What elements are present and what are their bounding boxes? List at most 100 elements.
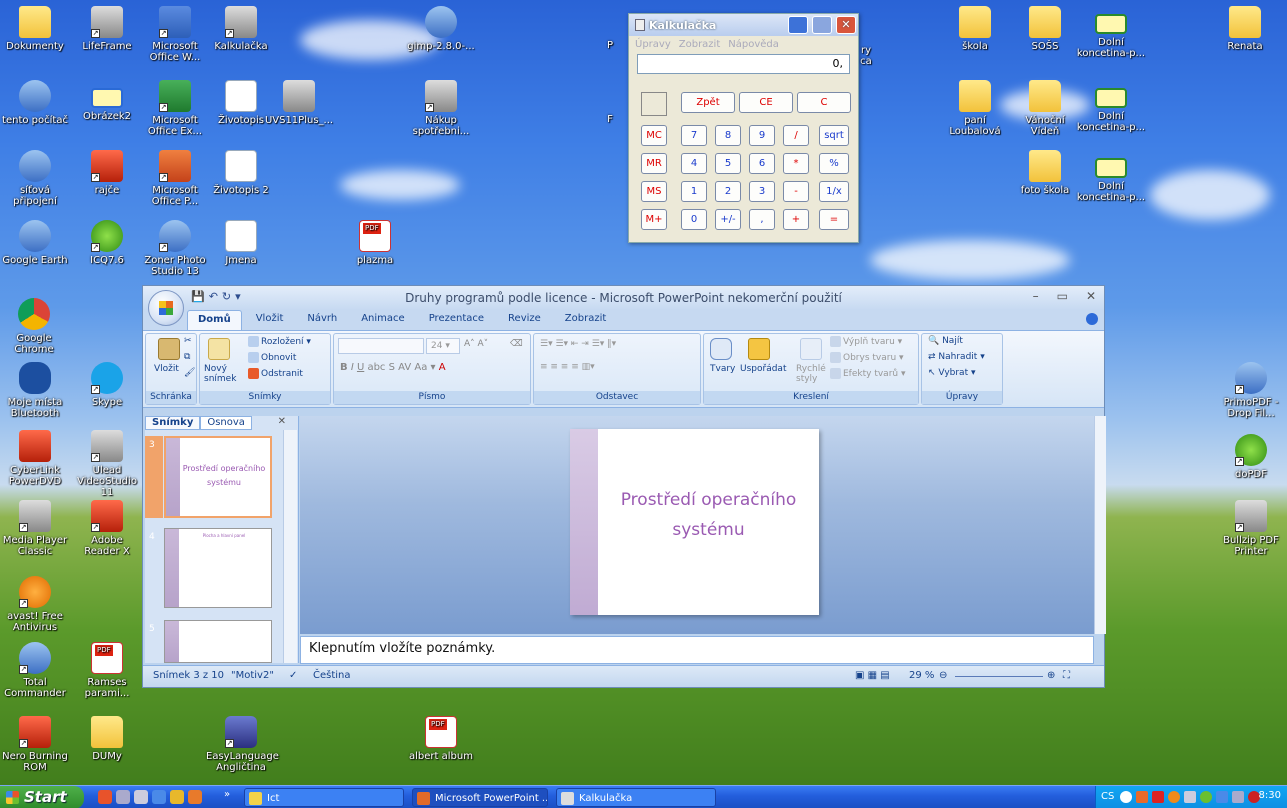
language-status[interactable]: Čeština [313, 670, 351, 681]
spellcheck-icon[interactable]: ✓ [289, 670, 297, 681]
powerpoint-titlebar[interactable]: 💾 ↶ ↻ ▾ Druhy programů podle licence - M… [143, 286, 1104, 326]
quicklaunch-icon[interactable] [116, 790, 130, 804]
minimize-button[interactable]: – [1033, 289, 1039, 303]
format-painter-icon[interactable]: 🖌 [184, 368, 195, 378]
subtract-button[interactable]: - [783, 181, 809, 202]
desktop-icon-excel[interactable]: ↗ Microsoft Office Ex... [140, 80, 210, 137]
zoom-level[interactable]: 29 % [909, 670, 934, 681]
task-calculator[interactable]: Kalkulačka [556, 788, 716, 807]
tab-design[interactable]: Návrh [297, 310, 347, 330]
desktop-icon-bullzip[interactable]: ↗ Bullzip PDF Printer [1216, 500, 1286, 557]
new-slide-button[interactable]: Nový snímek [204, 364, 244, 384]
grow-font-icon[interactable]: A˄ A˅ [464, 339, 488, 349]
fit-window-icon[interactable]: ⛶ [1063, 670, 1070, 681]
desktop-icon-pani-loubalova[interactable]: paní Loubalová [940, 80, 1010, 137]
desktop-icon-nero[interactable]: ↗ Nero Burning ROM [0, 716, 70, 773]
reciprocal-button[interactable]: 1/x [819, 181, 849, 202]
decimal-button[interactable]: , [749, 209, 775, 230]
tab-slideshow[interactable]: Prezentace [419, 310, 494, 330]
paste-icon[interactable] [158, 338, 180, 360]
desktop-icon-dolni-3[interactable]: Dolní koncetina-p... [1076, 150, 1146, 203]
ms-button[interactable]: MS [641, 181, 667, 202]
back-button[interactable]: Zpět [681, 92, 735, 113]
start-button[interactable]: Start [0, 786, 84, 808]
view-buttons[interactable]: ▣ ▦ ▤ [855, 670, 890, 681]
copy-icon[interactable]: ⧉ [184, 352, 190, 362]
clock[interactable]: 8:30 [1259, 790, 1281, 801]
desktop-icon-sos[interactable]: SOŠS [1010, 6, 1080, 52]
desktop-icon-easylanguage[interactable]: ↗ EasyLanguage Angličtina [206, 716, 279, 773]
quick-styles-icon[interactable] [800, 338, 822, 360]
sqrt-button[interactable]: sqrt [819, 125, 849, 146]
mr-button[interactable]: MR [641, 153, 667, 174]
maximize-button[interactable] [812, 16, 832, 34]
desktop-icon-albert-album[interactable]: albert album [406, 716, 476, 762]
desktop-icon-adobe-reader[interactable]: ↗ Adobe Reader X [72, 500, 142, 557]
powerpoint-window[interactable]: 💾 ↶ ↻ ▾ Druhy programů podle licence - M… [142, 285, 1106, 688]
align-icons[interactable]: ≡ ≡ ≡ ≡ ▥▾ [540, 362, 595, 372]
shape-effects-button[interactable]: Efekty tvarů ▾ [830, 368, 906, 379]
desktop-icon-dolni-1[interactable]: Dolní koncetina-p... [1076, 6, 1146, 59]
mc-button[interactable]: MC [641, 125, 667, 146]
task-powerpoint[interactable]: Microsoft PowerPoint ... [412, 788, 548, 807]
slide-scrollbar[interactable] [1094, 416, 1106, 634]
tray-icon[interactable] [1232, 791, 1244, 803]
clear-format-icon[interactable]: ⌫ [510, 339, 523, 349]
desktop-icon-chrome[interactable]: Google Chrome [6, 298, 62, 355]
thumbnails-scrollbar[interactable] [283, 430, 297, 663]
slide-title[interactable]: Prostředí operačního systému [598, 485, 819, 545]
tab-review[interactable]: Revize [498, 310, 551, 330]
desktop-icon-mpc[interactable]: ↗ Media Player Classic [0, 500, 70, 557]
tray-icon[interactable] [1136, 791, 1148, 803]
close-button[interactable]: ✕ [1086, 289, 1096, 303]
tray-icon[interactable] [1200, 791, 1212, 803]
desktop-icon-powerpoint[interactable]: ↗ Microsoft Office P... [140, 150, 210, 207]
shapes-icon[interactable] [710, 338, 732, 360]
slide-thumbnail[interactable]: Prostředí operačního systému [164, 436, 272, 518]
layout-button[interactable]: Rozložení ▾ [248, 336, 311, 347]
shape-fill-button[interactable]: Výplň tvaru ▾ [830, 336, 902, 347]
digit-5-button[interactable]: 5 [715, 153, 741, 174]
tab-slides[interactable]: Snímky [145, 416, 201, 430]
desktop-icon-uvs11[interactable]: UVS11Plus_... [264, 80, 334, 126]
desktop-icon-total-commander[interactable]: ↗ Total Commander [0, 642, 70, 699]
desktop-icon-calculator[interactable]: ↗ Kalkulačka [206, 6, 276, 52]
cut-icon[interactable]: ✂ [184, 336, 192, 346]
replace-button[interactable]: ⇄ Nahradit ▾ [928, 352, 985, 362]
tab-outline[interactable]: Osnova [200, 416, 252, 430]
digit-1-button[interactable]: 1 [681, 181, 707, 202]
desktop-icon-nakup[interactable]: ↗ Nákup spotřebni... [406, 80, 476, 137]
digit-7-button[interactable]: 7 [681, 125, 707, 146]
mplus-button[interactable]: M+ [641, 209, 667, 230]
percent-button[interactable]: % [819, 153, 849, 174]
current-slide[interactable]: Prostředí operačního systému [570, 429, 819, 615]
desktop-icon-dokumenty[interactable]: Dokumenty [0, 6, 70, 52]
calculator-window[interactable]: Kalkulačka ✕ Úpravy Zobrazit Nápověda 0,… [628, 13, 859, 243]
calculator-titlebar[interactable]: Kalkulačka ✕ [629, 14, 858, 36]
text-format-icons[interactable]: B I U abc S AV Aa ▾ A [340, 362, 446, 373]
quicklaunch-icon[interactable] [98, 790, 112, 804]
desktop-icon-jmena[interactable]: Jmena [206, 220, 276, 266]
menu-view[interactable]: Zobrazit [679, 39, 721, 50]
delete-slide-button[interactable]: Odstranit [248, 368, 303, 379]
desktop-icon-powerdvd[interactable]: CyberLink PowerDVD [0, 430, 70, 487]
digit-6-button[interactable]: 6 [749, 153, 775, 174]
paste-button[interactable]: Vložit [154, 364, 179, 374]
tray-icon[interactable] [1168, 791, 1180, 803]
select-button[interactable]: ↖ Vybrat ▾ [928, 368, 976, 378]
office-button[interactable] [148, 290, 184, 326]
quicklaunch-icon[interactable] [188, 790, 202, 804]
tab-home[interactable]: Domů [187, 310, 242, 330]
close-button[interactable]: ✕ [836, 16, 856, 34]
quicklaunch-icon[interactable] [152, 790, 166, 804]
help-icon[interactable] [1086, 313, 1098, 325]
sign-button[interactable]: +/- [715, 209, 741, 230]
digit-3-button[interactable]: 3 [749, 181, 775, 202]
quicklaunch-icon[interactable] [170, 790, 184, 804]
volume-icon[interactable] [1184, 791, 1196, 803]
zoom-slider[interactable] [955, 676, 1043, 677]
desktop-icon-primopdf[interactable]: ↗ PrimoPDF - Drop Fil... [1216, 362, 1286, 419]
ce-button[interactable]: CE [739, 92, 793, 113]
desktop-icon-dopdf[interactable]: ↗ doPDF [1216, 434, 1286, 480]
add-button[interactable]: + [783, 209, 809, 230]
